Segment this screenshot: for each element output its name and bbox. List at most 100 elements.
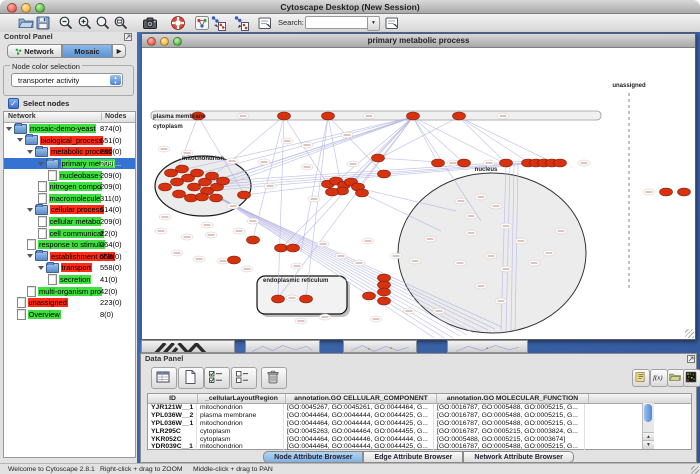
save-session-icon[interactable] bbox=[35, 15, 51, 31]
edit-network-properties-icon[interactable] bbox=[257, 15, 273, 31]
table-scrollbar[interactable]: ▲ ▼ bbox=[642, 403, 654, 449]
background-window-thumbnail[interactable] bbox=[447, 340, 528, 353]
tree-row[interactable]: transport558(0) bbox=[4, 262, 135, 274]
window-resize-grip[interactable] bbox=[691, 466, 699, 474]
graph-node[interactable] bbox=[660, 188, 673, 196]
expand-triangle-icon[interactable] bbox=[38, 162, 44, 166]
graph-node[interactable] bbox=[275, 244, 288, 252]
graph-node[interactable] bbox=[191, 169, 204, 177]
import-network-annotation-icon[interactable] bbox=[210, 15, 226, 31]
attribute-table-header[interactable]: ID _cellularLayoutRegion annotation.GO C… bbox=[148, 394, 691, 404]
graph-node[interactable] bbox=[188, 183, 201, 191]
graph-node[interactable] bbox=[432, 159, 445, 167]
expand-triangle-icon[interactable] bbox=[27, 254, 33, 258]
graph-node[interactable] bbox=[196, 193, 209, 201]
tree-row[interactable]: cellular process614(0) bbox=[4, 204, 135, 216]
background-window-thumbnail[interactable] bbox=[141, 340, 235, 353]
graph-node[interactable] bbox=[278, 112, 291, 120]
delete-attribute-button[interactable] bbox=[261, 367, 287, 389]
unselect-all-attributes-button[interactable] bbox=[231, 367, 257, 389]
expand-triangle-icon[interactable] bbox=[27, 208, 33, 212]
scrollbar-thumb[interactable] bbox=[644, 404, 652, 422]
tab-node-attribute-browser[interactable]: Node Attribute Browser bbox=[263, 451, 363, 463]
graph-node[interactable] bbox=[238, 191, 251, 199]
zoom-selected-region-icon[interactable] bbox=[95, 15, 111, 31]
select-nodes-checkbox[interactable]: ✓ bbox=[8, 98, 19, 109]
region-plasma-membrane[interactable] bbox=[151, 111, 601, 120]
tab-network-attribute-browser[interactable]: Network Attribute Browser bbox=[463, 451, 573, 463]
window-titlebar[interactable]: Cytoscape Desktop (New Session) bbox=[0, 0, 700, 14]
tree-row[interactable]: biological_process651(0) bbox=[4, 135, 135, 147]
graph-node[interactable] bbox=[228, 256, 241, 264]
graph-node[interactable] bbox=[378, 170, 391, 178]
search-dropdown-button[interactable]: ▼ bbox=[367, 16, 380, 31]
graph-node[interactable] bbox=[300, 295, 313, 303]
graph-node[interactable] bbox=[378, 297, 391, 305]
graph-node[interactable] bbox=[363, 292, 376, 300]
float-panel-icon[interactable] bbox=[687, 355, 695, 363]
graph-node[interactable] bbox=[322, 112, 335, 120]
table-row[interactable]: YKR052Ccytoplasm[GO:0044464, GO:0044446,… bbox=[148, 436, 691, 444]
graph-node[interactable] bbox=[247, 236, 260, 244]
background-window-thumbnail[interactable] bbox=[343, 340, 417, 353]
graph-node[interactable] bbox=[356, 189, 369, 197]
expand-triangle-icon[interactable] bbox=[27, 150, 33, 154]
table-row[interactable]: YPL036W__2plasma membrane[GO:0044464, GO… bbox=[148, 412, 691, 420]
search-input[interactable] bbox=[305, 16, 369, 29]
tree-row[interactable]: nitrogen compo209(0) bbox=[4, 181, 135, 193]
zoom-fit-icon[interactable] bbox=[113, 15, 129, 31]
graph-node[interactable] bbox=[554, 159, 567, 167]
network-canvas[interactable]: plasma membranecytoplasmmitochondrionnuc… bbox=[143, 48, 694, 338]
tree-row[interactable]: Overview8(0) bbox=[4, 309, 135, 321]
table-row[interactable]: YJR121W__1mitochondrion[GO:0045267, GO:0… bbox=[148, 404, 691, 412]
tree-row[interactable]: multi-organism pro42(0) bbox=[4, 285, 135, 297]
float-panel-icon[interactable] bbox=[124, 33, 132, 41]
zoom-in-icon[interactable] bbox=[77, 15, 93, 31]
graph-node[interactable] bbox=[217, 177, 230, 185]
select-attributes-button[interactable] bbox=[151, 367, 177, 389]
graph-node[interactable] bbox=[453, 112, 466, 120]
cytopanel-network-icon[interactable] bbox=[194, 15, 210, 31]
graph-node[interactable] bbox=[272, 295, 285, 303]
network-window-titlebar[interactable]: primary metabolic process bbox=[142, 34, 695, 48]
tree-row[interactable]: nucleobase-209(0) bbox=[4, 169, 135, 181]
tab-network[interactable]: Network bbox=[7, 44, 62, 58]
create-new-attribute-button[interactable] bbox=[178, 367, 204, 389]
tree-row[interactable]: establishment of lo558(0) bbox=[4, 251, 135, 263]
tree-row[interactable]: response to stimulu264(0) bbox=[4, 239, 135, 251]
tree-row[interactable]: secretion41(0) bbox=[4, 274, 135, 286]
graph-node[interactable] bbox=[287, 244, 300, 252]
graph-node[interactable] bbox=[378, 288, 391, 296]
tree-row[interactable]: primary metabo209(... bbox=[4, 158, 135, 170]
graph-node[interactable] bbox=[210, 194, 223, 202]
background-window-thumbnail[interactable] bbox=[245, 340, 320, 353]
attribute-notes-button[interactable] bbox=[632, 369, 650, 387]
select-all-attributes-button[interactable] bbox=[204, 367, 230, 389]
tab-mosaic[interactable]: Mosaic bbox=[62, 44, 112, 58]
graph-node[interactable] bbox=[407, 112, 420, 120]
graph-node[interactable] bbox=[500, 159, 513, 167]
expand-triangle-icon[interactable] bbox=[38, 266, 44, 270]
table-row[interactable]: YLR295Ccytoplasm[GO:0045263, GO:0044464,… bbox=[148, 428, 691, 436]
expand-triangle-icon[interactable] bbox=[6, 127, 12, 131]
tab-edge-attribute-browser[interactable]: Edge Attribute Browser bbox=[363, 451, 463, 463]
graph-node[interactable] bbox=[173, 190, 186, 198]
help-lifesaver-icon[interactable] bbox=[170, 15, 186, 31]
tree-row[interactable]: unassigned223(0) bbox=[4, 297, 135, 309]
zoom-out-icon[interactable] bbox=[58, 15, 74, 31]
tree-row[interactable]: macromolecule311(0) bbox=[4, 193, 135, 205]
graph-node[interactable] bbox=[458, 159, 471, 167]
advanced-search-icon[interactable] bbox=[384, 15, 400, 31]
graph-node[interactable] bbox=[206, 172, 219, 180]
open-file-icon[interactable] bbox=[18, 15, 34, 31]
export-network-annotation-icon[interactable] bbox=[233, 15, 249, 31]
graph-node[interactable] bbox=[176, 165, 189, 173]
table-row[interactable]: YPL036W__1mitochondrion[GO:0044464, GO:0… bbox=[148, 420, 691, 428]
tree-header[interactable]: Network Nodes bbox=[4, 112, 135, 123]
graph-node[interactable] bbox=[372, 154, 385, 162]
tree-row[interactable]: metabolic process280(0) bbox=[4, 146, 135, 158]
network-view-window[interactable]: primary metabolic process plasma membran… bbox=[141, 33, 696, 340]
graph-node[interactable] bbox=[678, 188, 691, 196]
scroll-down-button[interactable]: ▼ bbox=[643, 440, 654, 449]
expand-triangle-icon[interactable] bbox=[17, 138, 23, 142]
